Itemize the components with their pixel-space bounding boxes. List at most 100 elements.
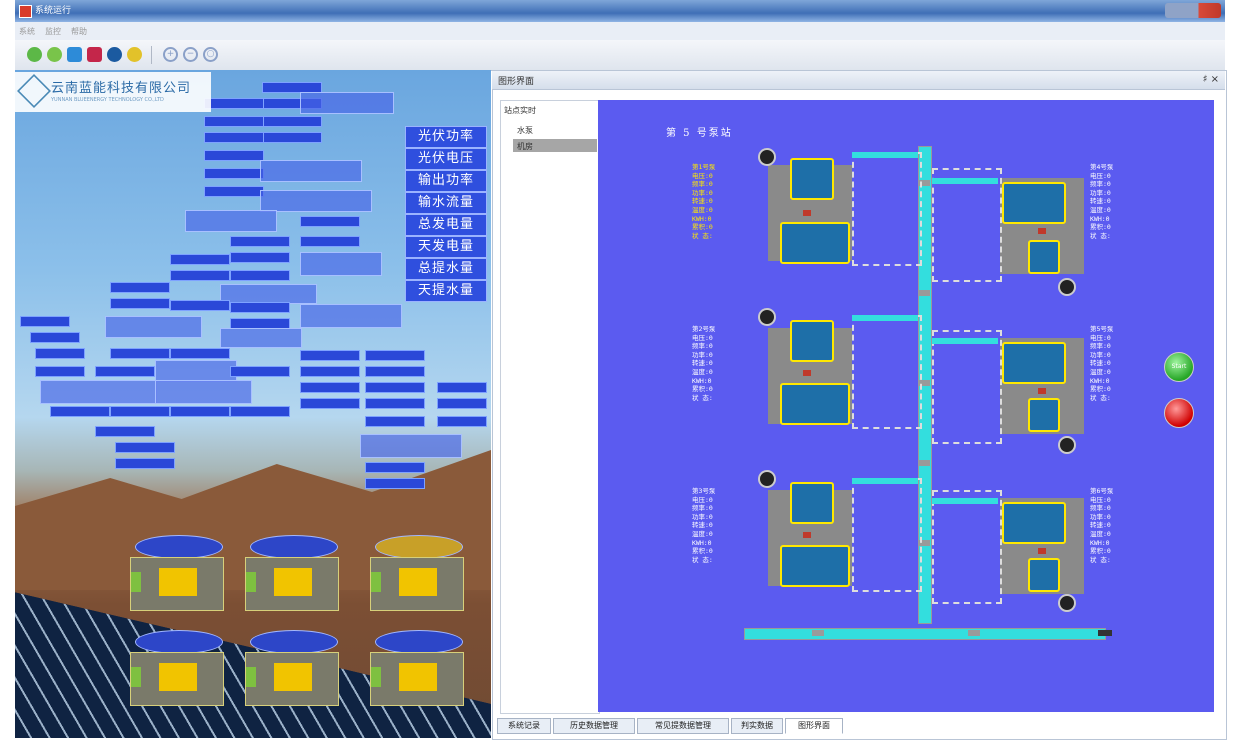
metric-output-power[interactable]: 输出功率	[405, 170, 487, 192]
zoom-in-icon[interactable]: ○	[203, 47, 218, 62]
tab-common-data[interactable]: 常见提数据管理	[637, 718, 729, 734]
device-info-block[interactable]	[260, 190, 372, 212]
user-icon[interactable]	[127, 47, 142, 62]
device-label[interactable]	[95, 426, 155, 437]
refresh-icon[interactable]	[27, 47, 42, 62]
device-label[interactable]	[204, 168, 264, 179]
device-info-block[interactable]	[40, 380, 157, 404]
device-info-block[interactable]	[360, 434, 462, 458]
tab-system-log[interactable]: 系统记录	[497, 718, 551, 734]
pump-unit[interactable]	[240, 535, 340, 613]
device-info-block[interactable]	[300, 92, 394, 114]
device-info-block[interactable]	[220, 284, 317, 304]
device-info-block[interactable]	[300, 304, 402, 328]
device-info-block[interactable]	[300, 252, 382, 276]
device-label[interactable]	[262, 116, 322, 127]
device-label[interactable]	[300, 398, 360, 409]
device-label[interactable]	[300, 216, 360, 227]
device-label[interactable]	[110, 348, 170, 359]
menu-item-help[interactable]: 帮助	[71, 26, 87, 37]
device-label[interactable]	[300, 236, 360, 247]
device-label[interactable]	[230, 270, 290, 281]
window-controls[interactable]	[1165, 3, 1221, 18]
device-label[interactable]	[365, 416, 425, 427]
database-icon[interactable]	[87, 47, 102, 62]
device-label[interactable]	[437, 416, 487, 427]
metric-daily-energy[interactable]: 天发电量	[405, 236, 487, 258]
pump-5-fan-icon[interactable]	[1058, 436, 1076, 454]
device-label[interactable]	[110, 282, 170, 293]
metric-total-energy[interactable]: 总发电量	[405, 214, 487, 236]
pump-6-fan-icon[interactable]	[1058, 594, 1076, 612]
pump-4-fan-icon[interactable]	[1058, 278, 1076, 296]
device-label[interactable]	[110, 298, 170, 309]
device-label[interactable]	[230, 302, 290, 313]
pump-3-fan-icon[interactable]	[758, 470, 776, 488]
pump-unit[interactable]	[125, 630, 225, 708]
metric-daily-water[interactable]: 天提水量	[405, 280, 487, 302]
device-label[interactable]	[230, 236, 290, 247]
pump-unit[interactable]	[365, 535, 465, 613]
device-label[interactable]	[35, 366, 85, 377]
device-label[interactable]	[300, 382, 360, 393]
metric-water-flow[interactable]: 输水流量	[405, 192, 487, 214]
device-label[interactable]	[365, 398, 425, 409]
tree-header[interactable]: 站点实时	[504, 105, 536, 116]
device-info-block[interactable]	[155, 360, 237, 382]
connect-icon[interactable]	[47, 47, 62, 62]
device-label[interactable]	[50, 406, 110, 417]
device-info-block[interactable]	[220, 328, 302, 348]
device-label[interactable]	[262, 132, 322, 143]
device-label[interactable]	[95, 366, 155, 377]
stop-button[interactable]	[1164, 398, 1194, 428]
metric-total-water[interactable]: 总提水量	[405, 258, 487, 280]
tab-realtime-data[interactable]: 判实数据	[731, 718, 783, 734]
device-label[interactable]	[437, 398, 487, 409]
device-label[interactable]	[115, 458, 175, 469]
pump-unit[interactable]	[365, 630, 465, 708]
device-label[interactable]	[437, 382, 487, 393]
zoom-fit-icon[interactable]: +	[163, 47, 178, 62]
metric-pv-voltage[interactable]: 光伏电压	[405, 148, 487, 170]
device-label[interactable]	[365, 382, 425, 393]
device-label[interactable]	[170, 348, 230, 359]
device-label[interactable]	[204, 150, 264, 161]
device-label[interactable]	[204, 98, 264, 109]
device-label[interactable]	[170, 270, 230, 281]
device-label[interactable]	[300, 350, 360, 361]
device-info-block[interactable]	[105, 316, 202, 338]
device-label[interactable]	[230, 252, 290, 263]
device-info-block[interactable]	[260, 160, 362, 182]
metric-pv-power[interactable]: 光伏功率	[405, 126, 487, 148]
device-label[interactable]	[365, 478, 425, 489]
device-label[interactable]	[365, 366, 425, 377]
device-label[interactable]	[365, 350, 425, 361]
device-label[interactable]	[170, 254, 230, 265]
device-label[interactable]	[365, 462, 425, 473]
device-label[interactable]	[204, 116, 264, 127]
device-label[interactable]	[204, 132, 264, 143]
pump-unit[interactable]	[125, 535, 225, 613]
device-info-block[interactable]	[155, 380, 252, 404]
menu-item-system[interactable]: 系统	[19, 26, 35, 37]
tab-history-data[interactable]: 历史数据管理	[553, 718, 635, 734]
device-label[interactable]	[20, 316, 70, 327]
menu-item-monitor[interactable]: 监控	[45, 26, 61, 37]
device-label[interactable]	[230, 406, 290, 417]
device-label[interactable]	[110, 406, 170, 417]
device-label[interactable]	[230, 366, 290, 377]
device-label[interactable]	[204, 186, 264, 197]
tab-graphics[interactable]: 图形界面	[785, 718, 843, 734]
device-label[interactable]	[115, 442, 175, 453]
device-label[interactable]	[170, 300, 230, 311]
tree-item-room[interactable]: 机房	[517, 141, 533, 152]
pump-1-fan-icon[interactable]	[758, 148, 776, 166]
device-label[interactable]	[170, 406, 230, 417]
device-info-block[interactable]	[185, 210, 277, 232]
tree-item-pump[interactable]: 水泵	[517, 125, 533, 136]
zoom-out-icon[interactable]: −	[183, 47, 198, 62]
panel-controls[interactable]: ♯ ×	[1203, 74, 1219, 85]
device-label[interactable]	[300, 366, 360, 377]
pump-2-fan-icon[interactable]	[758, 308, 776, 326]
record-icon[interactable]	[107, 47, 122, 62]
